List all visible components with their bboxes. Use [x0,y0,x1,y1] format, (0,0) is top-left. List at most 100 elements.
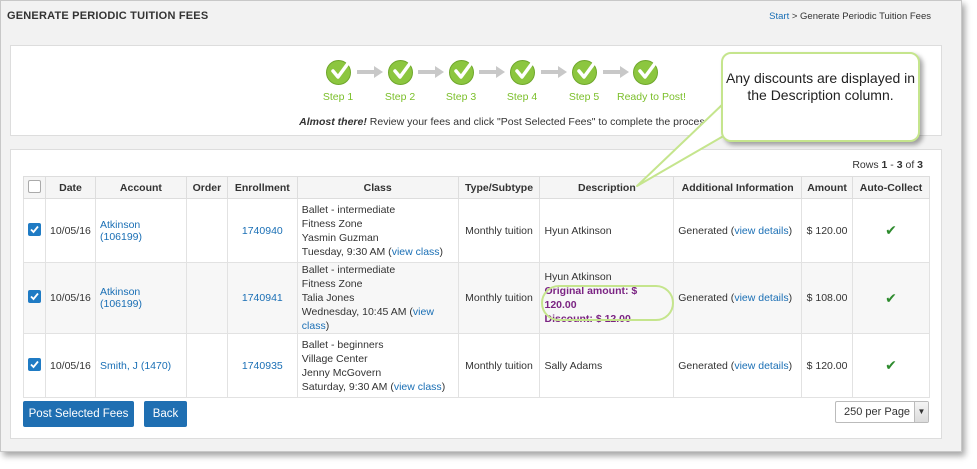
app-frame: GENERATE PERIODIC TUITION FEES Start > G… [0,0,962,452]
breadcrumb-current: Generate Periodic Tuition Fees [800,11,931,22]
row-checkbox[interactable] [28,290,41,303]
fees-table-panel: Rows 1 - 3 of 3 Date Account Order Enrol… [10,149,942,439]
class-instructor: Talia Jones [301,292,355,304]
back-button[interactable]: Back [144,401,187,427]
breadcrumb-start-link[interactable]: Start [769,11,789,22]
class-name: Ballet - intermediate [301,264,396,276]
column-header[interactable]: Date [45,176,96,199]
type-cell: Monthly tuition [457,198,541,263]
info-suffix: ) [788,359,793,372]
column-header[interactable]: Class [296,176,459,199]
view-details-link[interactable]: view details [734,225,788,237]
account-cell: Atkinson (106199) [94,262,187,334]
description-cell: Hyun Atkinson Original amount: $ 120.00 … [539,262,675,334]
enrollment-link[interactable]: 1740941 [242,292,283,304]
post-selected-fees-button[interactable]: Post Selected Fees [23,401,134,427]
table-row: 10/05/16 Atkinson (106199) 1740940 Balle… [23,198,930,263]
enrollment-link[interactable]: 1740940 [242,225,283,237]
class-instructor: Jenny McGovern [301,366,382,379]
close-paren: ) [439,245,444,258]
step-label: Step 1 [322,91,354,103]
step-check-icon [632,60,658,85]
close-paren: ) [325,320,330,332]
close-paren: ) [441,380,446,393]
column-header[interactable]: Enrollment [226,176,298,199]
row-checkbox[interactable] [28,222,41,236]
per-page-select[interactable]: 250 per Page ▼ [835,401,929,423]
column-header[interactable]: Order [185,176,228,199]
class-schedule: Tuesday, 9:30 AM (view class) [302,245,454,259]
view-details-link[interactable]: view details [734,360,788,372]
rows-prefix: Rows [852,159,882,171]
select-all-checkbox[interactable] [28,179,41,193]
class-instructor: Yasmin Guzman [301,231,379,244]
account-cell: Smith, J (1470) [94,333,187,398]
class-cell: Ballet - intermediate Fitness Zone Yasmi… [296,198,459,263]
auto-collect-cell: ✔ [852,198,930,263]
amount-cell: $ 108.00 [801,262,854,334]
enrollment-link[interactable]: 1740935 [242,360,283,372]
row-checkbox[interactable] [28,357,41,371]
row-select-cell [23,262,46,334]
step-label: Step 2 [384,91,416,103]
account-link[interactable]: Atkinson (106199) [100,286,142,310]
discount-description: Hyun Atkinson Original amount: $ 120.00 … [541,270,675,326]
account-link[interactable]: Smith, J (1470) [100,360,171,372]
column-header[interactable]: Account [94,176,187,199]
date-cell: 10/05/16 [45,333,96,398]
discount-callout: Any discounts are displayed in the Descr… [721,52,920,142]
auto-collect-cell: ✔ [852,262,930,334]
amount-cell: $ 120.00 [801,333,854,398]
class-name: Ballet - beginners [301,338,384,351]
step-ready: Ready to Post! [617,60,686,103]
view-details-link[interactable]: view details [734,292,788,304]
account-link[interactable]: Atkinson (106199) [100,219,142,243]
step-check-icon [387,60,413,85]
enrollment-cell: 1740941 [226,262,298,334]
breadcrumb: Start > Generate Periodic Tuition Fees [769,11,931,22]
discount-highlight [541,285,675,321]
info-suffix: ) [788,224,793,237]
chevron-down-icon: ▼ [914,402,928,422]
column-header[interactable]: Auto-Collect [852,176,930,199]
info-cell: Generated (view details) [673,262,803,334]
rows-of: of [902,159,918,171]
enrollment-cell: 1740935 [226,333,298,398]
row-select-cell [23,198,46,263]
schedule-text: Wednesday, 10:45 AM ( [301,306,413,318]
info-suffix: ) [788,292,793,304]
step-check-icon [509,60,535,85]
column-header[interactable]: Type/Subtype [457,176,541,199]
schedule-text: Saturday, 9:30 AM ( [301,380,394,393]
step-check-icon [571,60,597,85]
column-header[interactable]: Amount [801,176,854,199]
rows-total: 3 [917,159,923,171]
step-check-icon [448,60,474,85]
info-prefix: Generated ( [678,224,735,237]
date-cell: 10/05/16 [45,198,96,263]
class-location: Fitness Zone [301,278,363,290]
auto-collect-check-icon: ✔ [885,222,897,238]
page-title: GENERATE PERIODIC TUITION FEES [7,10,209,22]
step-check-icon [325,60,351,85]
info-prefix: Generated ( [678,359,735,372]
info-cell: Generated (view details) [673,333,803,398]
view-class-link[interactable]: view class [394,381,442,393]
class-schedule: Wednesday, 10:45 AM (view class) [302,305,454,333]
info-prefix: Generated ( [678,292,735,304]
rows-count: Rows 1 - 3 of 3 [852,159,923,171]
date-cell: 10/05/16 [45,262,96,334]
class-location: Fitness Zone [301,217,363,230]
auto-collect-check-icon: ✔ [885,357,897,373]
table-row: 10/05/16 Smith, J (1470) 1740935 Ballet … [23,333,930,398]
select-all-header [23,176,46,199]
per-page-value: 250 per Page [844,406,911,418]
fees-table: Date Account Order Enrollment Class Type… [23,176,930,398]
class-cell: Ballet - intermediate Fitness Zone Talia… [296,262,459,334]
step-label: Step 5 [568,91,600,103]
step-label: Step 3 [445,91,477,103]
description-cell: Sally Adams [539,333,675,398]
view-class-link[interactable]: view class [392,246,440,258]
enrollment-cell: 1740940 [226,198,298,263]
order-cell [185,262,228,334]
